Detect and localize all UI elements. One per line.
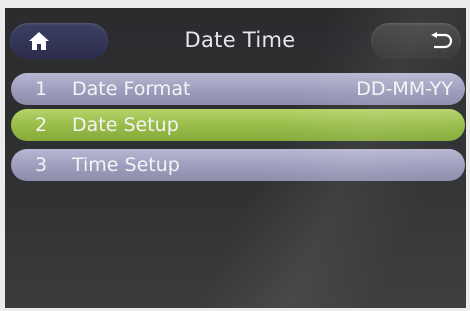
menu-item-number: 2 — [35, 114, 48, 136]
device-screen: Date Time 1 Date Format DD-MM-YY 2 Date … — [5, 8, 466, 308]
menu-item-label: Date Format — [72, 78, 191, 100]
home-button[interactable] — [10, 23, 108, 59]
menu-item-date-setup[interactable]: 2 Date Setup — [11, 109, 465, 141]
device-bezel: Date Time 1 Date Format DD-MM-YY 2 Date … — [0, 0, 470, 311]
menu-item-time-setup[interactable]: 3 Time Setup — [11, 149, 465, 181]
menu-item-label: Time Setup — [72, 154, 180, 176]
menu-item-number: 1 — [35, 78, 48, 100]
menu-item-value: DD-MM-YY — [356, 78, 453, 100]
page-title: Date Time — [184, 28, 296, 52]
menu-item-date-format[interactable]: 1 Date Format DD-MM-YY — [11, 73, 465, 105]
menu-item-label: Date Setup — [72, 114, 179, 136]
menu-item-number: 3 — [35, 154, 48, 176]
back-button[interactable] — [371, 23, 461, 59]
